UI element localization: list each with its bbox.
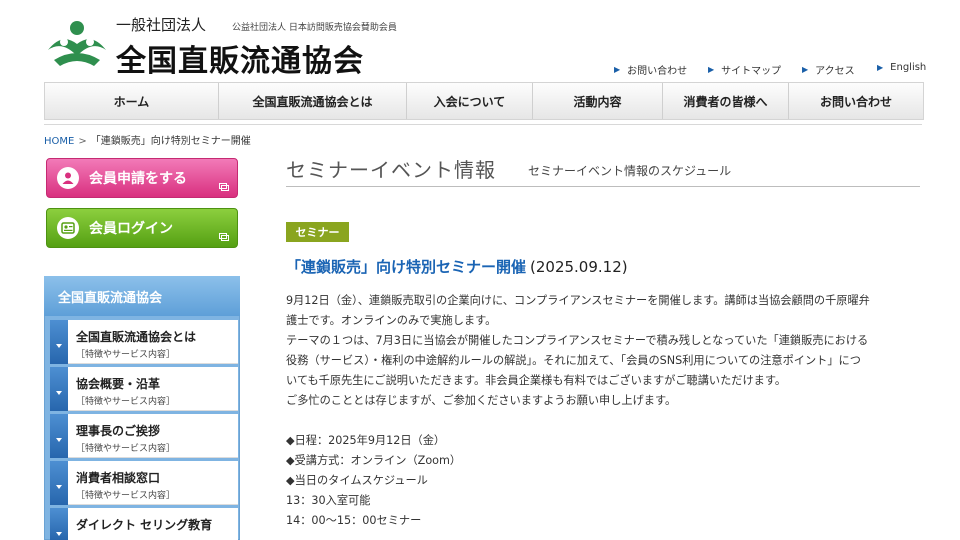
title-divider xyxy=(286,186,920,187)
arrow-right-icon: ▶ xyxy=(877,63,884,72)
arrow-right-icon: ▶ xyxy=(708,65,715,74)
sidebar-item-overview[interactable]: 協会概要・沿革 ［特徴やサービス内容］ xyxy=(50,367,238,411)
breadcrumb: HOME > 「連鎖販売」向け特別セミナー開催 xyxy=(44,132,251,147)
event-schedule-heading: ◆当日のタイムスケジュール xyxy=(286,474,428,487)
body-line: 9月12日（金）、連鎖販売取引の企業向けに、コンプライアンスセミナーを開催します… xyxy=(286,294,870,307)
event-date-line: ◆日程：2025年9月12日（金） xyxy=(286,434,446,447)
breadcrumb-current: 「連鎖販売」向け特別セミナー開催 xyxy=(90,136,251,147)
sidebar-item-education[interactable]: ダイレクト セリング教育 xyxy=(50,508,238,540)
chevron-down-icon xyxy=(50,508,68,540)
page-title: セミナーイベント情報 xyxy=(286,158,496,182)
category-badge: セミナー xyxy=(286,222,349,242)
event-format-line: ◆受講方式：オンライン（Zoom） xyxy=(286,454,462,467)
external-window-icon xyxy=(219,183,229,191)
body-line: 役務（サービス）・権利の中途解約ルールの解説」。それに加えて、「会員のSNS利用… xyxy=(286,354,861,367)
nav-contact[interactable]: お問い合わせ xyxy=(789,83,923,119)
body-line: ご多忙のこととは存じますが、ご参加くださいますようお願い申し上げます。 xyxy=(286,394,677,407)
util-link-sitemap[interactable]: ▶ サイトマップ xyxy=(708,62,781,77)
id-card-icon xyxy=(57,217,79,239)
article-headline: 「連鎖販売」向け特別セミナー開催 (2025.09.12) xyxy=(286,256,628,277)
util-link-access[interactable]: ▶ アクセス xyxy=(802,62,855,77)
org-name-logo[interactable]: 全国直販流通協会 xyxy=(116,36,364,80)
arrow-right-icon: ▶ xyxy=(802,65,809,74)
headline-text: 「連鎖販売」向け特別セミナー開催 xyxy=(286,258,527,276)
sidebar-item-consumer-desk[interactable]: 消費者相談窓口 ［特徴やサービス内容］ xyxy=(50,461,238,505)
member-apply-label: 会員申請をする xyxy=(89,171,187,187)
nav-about[interactable]: 全国直販流通協会とは xyxy=(219,83,407,119)
nav-home[interactable]: ホーム xyxy=(45,83,219,119)
chevron-down-icon xyxy=(50,461,68,505)
chevron-down-icon xyxy=(50,414,68,458)
event-schedule-item: 14：00〜15：00セミナー xyxy=(286,514,422,527)
arrow-right-icon: ▶ xyxy=(614,65,621,74)
page-subtitle: セミナーイベント情報のスケジュール xyxy=(528,164,732,178)
member-apply-button[interactable]: 会員申請をする xyxy=(46,158,238,198)
sidebar-item-greeting[interactable]: 理事長のご挨拶 ［特徴やサービス内容］ xyxy=(50,414,238,458)
chevron-down-icon xyxy=(50,367,68,411)
body-line: 護士です。オンラインのみで実施します。 xyxy=(286,314,497,327)
body-line: いても千原先生にご説明いただきます。非会員企業様も有料ではございますがご聴講いた… xyxy=(286,374,787,387)
util-link-english[interactable]: ▶ English xyxy=(877,62,926,73)
headline-date: (2025.09.12) xyxy=(530,258,628,276)
nav-divider xyxy=(44,124,922,125)
sidebar-item-about[interactable]: 全国直販流通協会とは ［特徴やサービス内容］ xyxy=(50,320,238,364)
logo-icon xyxy=(48,21,106,66)
main-nav: ホーム 全国直販流通協会とは 入会について 活動内容 消費者の皆様へ お問い合わ… xyxy=(44,82,924,120)
member-login-button[interactable]: 会員ログイン xyxy=(46,208,238,248)
util-link-contact[interactable]: ▶ お問い合わせ xyxy=(614,62,687,77)
chevron-down-icon xyxy=(50,320,68,364)
member-note: 公益社団法人 日本訪問販売協会賛助会員 xyxy=(232,23,397,33)
event-schedule-item: 13：30入室可能 xyxy=(286,494,371,507)
breadcrumb-home[interactable]: HOME xyxy=(44,136,74,147)
nav-consumers[interactable]: 消費者の皆様へ xyxy=(663,83,789,119)
member-login-label: 会員ログイン xyxy=(89,221,173,237)
user-icon xyxy=(57,167,79,189)
org-type: 一般社団法人 xyxy=(116,16,207,34)
external-window-icon xyxy=(219,233,229,241)
breadcrumb-separator: > xyxy=(78,136,87,147)
sidebar-menu-title: 全国直販流通協会 xyxy=(44,276,240,316)
body-line: テーマの１つは、7月3日に当協会が開催したコンプライアンスセミナーで積み残しとな… xyxy=(286,334,869,347)
nav-activities[interactable]: 活動内容 xyxy=(533,83,663,119)
nav-join[interactable]: 入会について xyxy=(407,83,533,119)
